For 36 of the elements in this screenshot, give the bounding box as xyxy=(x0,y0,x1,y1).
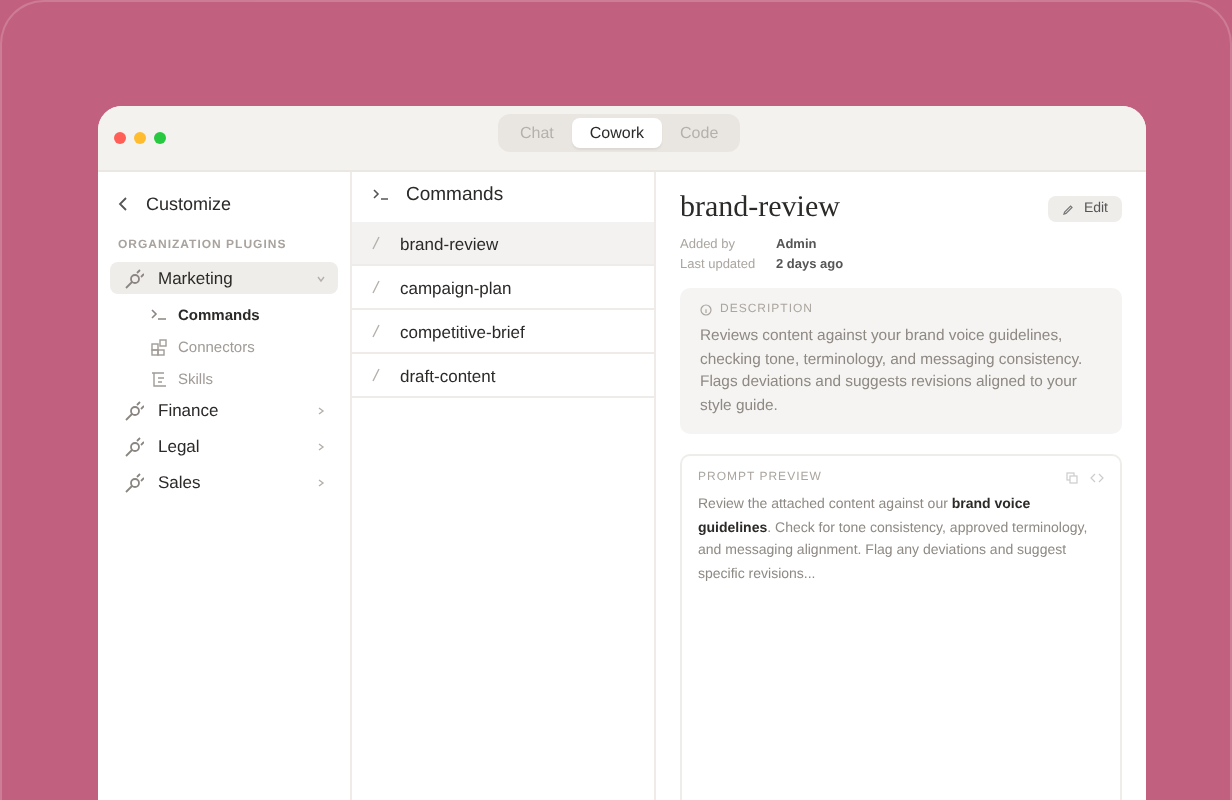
plugin-item[interactable]: Sales xyxy=(110,466,338,498)
plug-icon xyxy=(122,471,144,493)
mode-tab[interactable]: Cowork xyxy=(571,118,663,148)
copy-icon[interactable] xyxy=(1066,472,1078,484)
back-chevron-icon xyxy=(118,196,128,212)
slash-icon xyxy=(372,280,380,294)
command-item[interactable]: draft-content xyxy=(352,354,654,398)
chevron-right-icon xyxy=(316,405,326,415)
plugin-item[interactable]: Marketing xyxy=(110,262,338,294)
plugin-item[interactable]: Finance xyxy=(110,394,338,426)
slash-icon xyxy=(372,324,380,338)
plug-icon xyxy=(122,435,144,457)
chevron-right-icon xyxy=(316,441,326,451)
commands-icon xyxy=(150,305,168,323)
code-icon[interactable] xyxy=(1090,472,1104,484)
terminal-icon xyxy=(372,187,390,201)
chevron-down-icon xyxy=(316,273,326,283)
zoom-window-dot[interactable] xyxy=(154,132,166,144)
command-item[interactable]: campaign-plan xyxy=(352,266,654,310)
close-window-dot[interactable] xyxy=(114,132,126,144)
slash-icon xyxy=(372,368,380,382)
slash-icon xyxy=(372,236,380,250)
command-item[interactable]: brand-review xyxy=(352,222,654,266)
plug-icon xyxy=(122,399,144,421)
skills-icon xyxy=(150,369,168,387)
back-button[interactable]: Customize xyxy=(110,188,338,220)
chevron-right-icon xyxy=(316,477,326,487)
connectors-icon xyxy=(150,337,168,355)
plugin-item[interactable]: Legal xyxy=(110,430,338,462)
info-icon xyxy=(700,304,712,316)
command-item[interactable]: competitive-brief xyxy=(352,310,654,354)
minimize-window-dot[interactable] xyxy=(134,132,146,144)
pencil-icon xyxy=(1061,203,1074,215)
command-title: brand-review xyxy=(680,192,840,226)
plug-icon xyxy=(122,267,144,289)
list-title: Commands xyxy=(406,183,504,205)
